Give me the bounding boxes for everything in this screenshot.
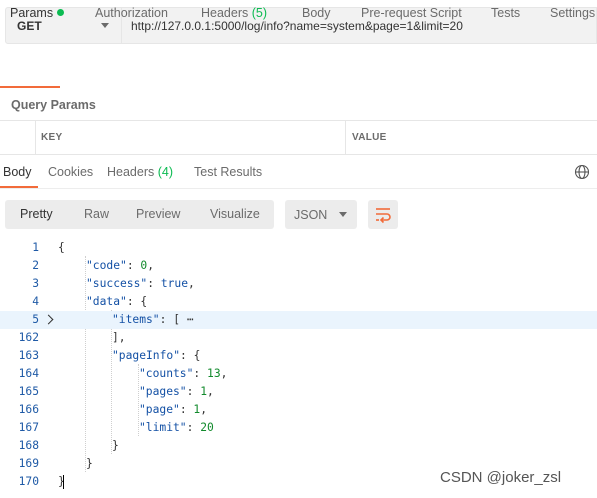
column-header-key: KEY [41,132,63,143]
code-text: "counts": 13, [139,367,228,380]
code-line: 1 { [0,239,597,257]
tab-tests[interactable]: Tests [491,6,520,20]
code-line: 168 } [0,437,597,455]
line-number: 1 [32,241,39,254]
view-mode-group: Pretty Raw Preview Visualize [5,200,274,229]
column-divider [345,121,346,154]
code-line: 3 "success": true, [0,275,597,293]
code-text: "code": 0, [86,259,155,272]
green-dot-icon [57,9,65,16]
code-text: } [112,439,119,452]
code-line: 163 "pageInfo": { [0,347,597,365]
header-count: (5) [251,6,268,20]
code-text: "pageInfo": { [112,349,201,362]
tab-label: Headers [107,165,155,179]
view-raw-button[interactable]: Raw [84,207,109,221]
url-input[interactable]: http://127.0.0.1:5000/log/info?name=syst… [122,7,597,44]
tab-cookies[interactable]: Cookies [48,165,93,179]
code-line: 4 "data": { [0,293,597,311]
watermark: CSDN @joker_zsl [440,469,562,486]
line-number: 5 [32,313,39,326]
view-pretty-button[interactable]: Pretty [20,207,53,221]
line-number: 166 [18,403,39,416]
code-text: "success": true, [86,277,195,290]
line-number: 170 [18,475,39,488]
line-number: 167 [18,421,39,434]
line-number: 169 [18,457,39,470]
wrap-lines-button[interactable] [368,200,398,229]
tab-pre-request-script[interactable]: Pre-request Script [361,6,462,20]
code-line: 166 "page": 1, [0,401,597,419]
tab-test-results[interactable]: Test Results [194,165,262,179]
code-line: 165 "pages": 1, [0,383,597,401]
params-table: KEY VALUE [0,120,597,155]
line-number: 3 [32,277,39,290]
code-text: "data": { [86,295,148,308]
code-text: } [86,457,93,470]
chevron-right-icon[interactable] [43,314,54,325]
line-number: 2 [32,259,39,272]
format-select[interactable]: JSON [285,200,357,229]
column-header-value: VALUE [352,132,387,143]
line-number: 162 [18,331,39,344]
tab-params[interactable]: Params [10,6,65,20]
tab-label: Params [10,6,54,20]
code-text: "pages": 1, [139,385,214,398]
code-line: 162 ], [0,329,597,347]
divider [0,188,597,189]
line-number: 165 [18,385,39,398]
globe-icon[interactable] [574,164,590,180]
query-params-title: Query Params [11,98,96,112]
code-text: "items": [ ⋯ [112,313,194,326]
code-text: "page": 1, [139,403,208,416]
line-number: 4 [32,295,39,308]
chevron-down-icon [339,212,347,217]
method-label: GET [17,18,42,33]
tab-response-body[interactable]: Body [3,165,32,179]
code-text: ], [112,331,126,344]
wrap-lines-icon [376,208,391,224]
view-preview-button[interactable]: Preview [136,207,180,221]
code-text: { [58,241,65,254]
view-visualize-button[interactable]: Visualize [210,207,260,221]
tab-authorization[interactable]: Authorization [95,6,168,20]
line-number: 163 [18,349,39,362]
response-body-editor[interactable]: 1 { 2 "code": 0, 3 "success": true, 4 "d… [0,238,597,498]
text-cursor [63,475,64,489]
code-text: "limit": 20 [139,421,214,434]
code-line-collapsed[interactable]: 5 "items": [ ⋯ [0,311,597,329]
tab-response-headers[interactable]: Headers (4) [107,165,173,179]
header-count: (4) [157,165,174,179]
active-tab-underline [0,86,60,88]
code-line: 164 "counts": 13, [0,365,597,383]
tab-settings[interactable]: Settings [550,6,595,20]
code-line: 167 "limit": 20 [0,419,597,437]
tab-label: Headers [201,6,249,20]
tab-body[interactable]: Body [302,6,331,20]
format-label: JSON [294,207,328,222]
chevron-down-icon [101,23,109,28]
line-number: 164 [18,367,39,380]
tab-headers[interactable]: Headers (5) [201,6,267,20]
column-divider [35,121,36,154]
code-line: 2 "code": 0, [0,257,597,275]
line-number: 168 [18,439,39,452]
